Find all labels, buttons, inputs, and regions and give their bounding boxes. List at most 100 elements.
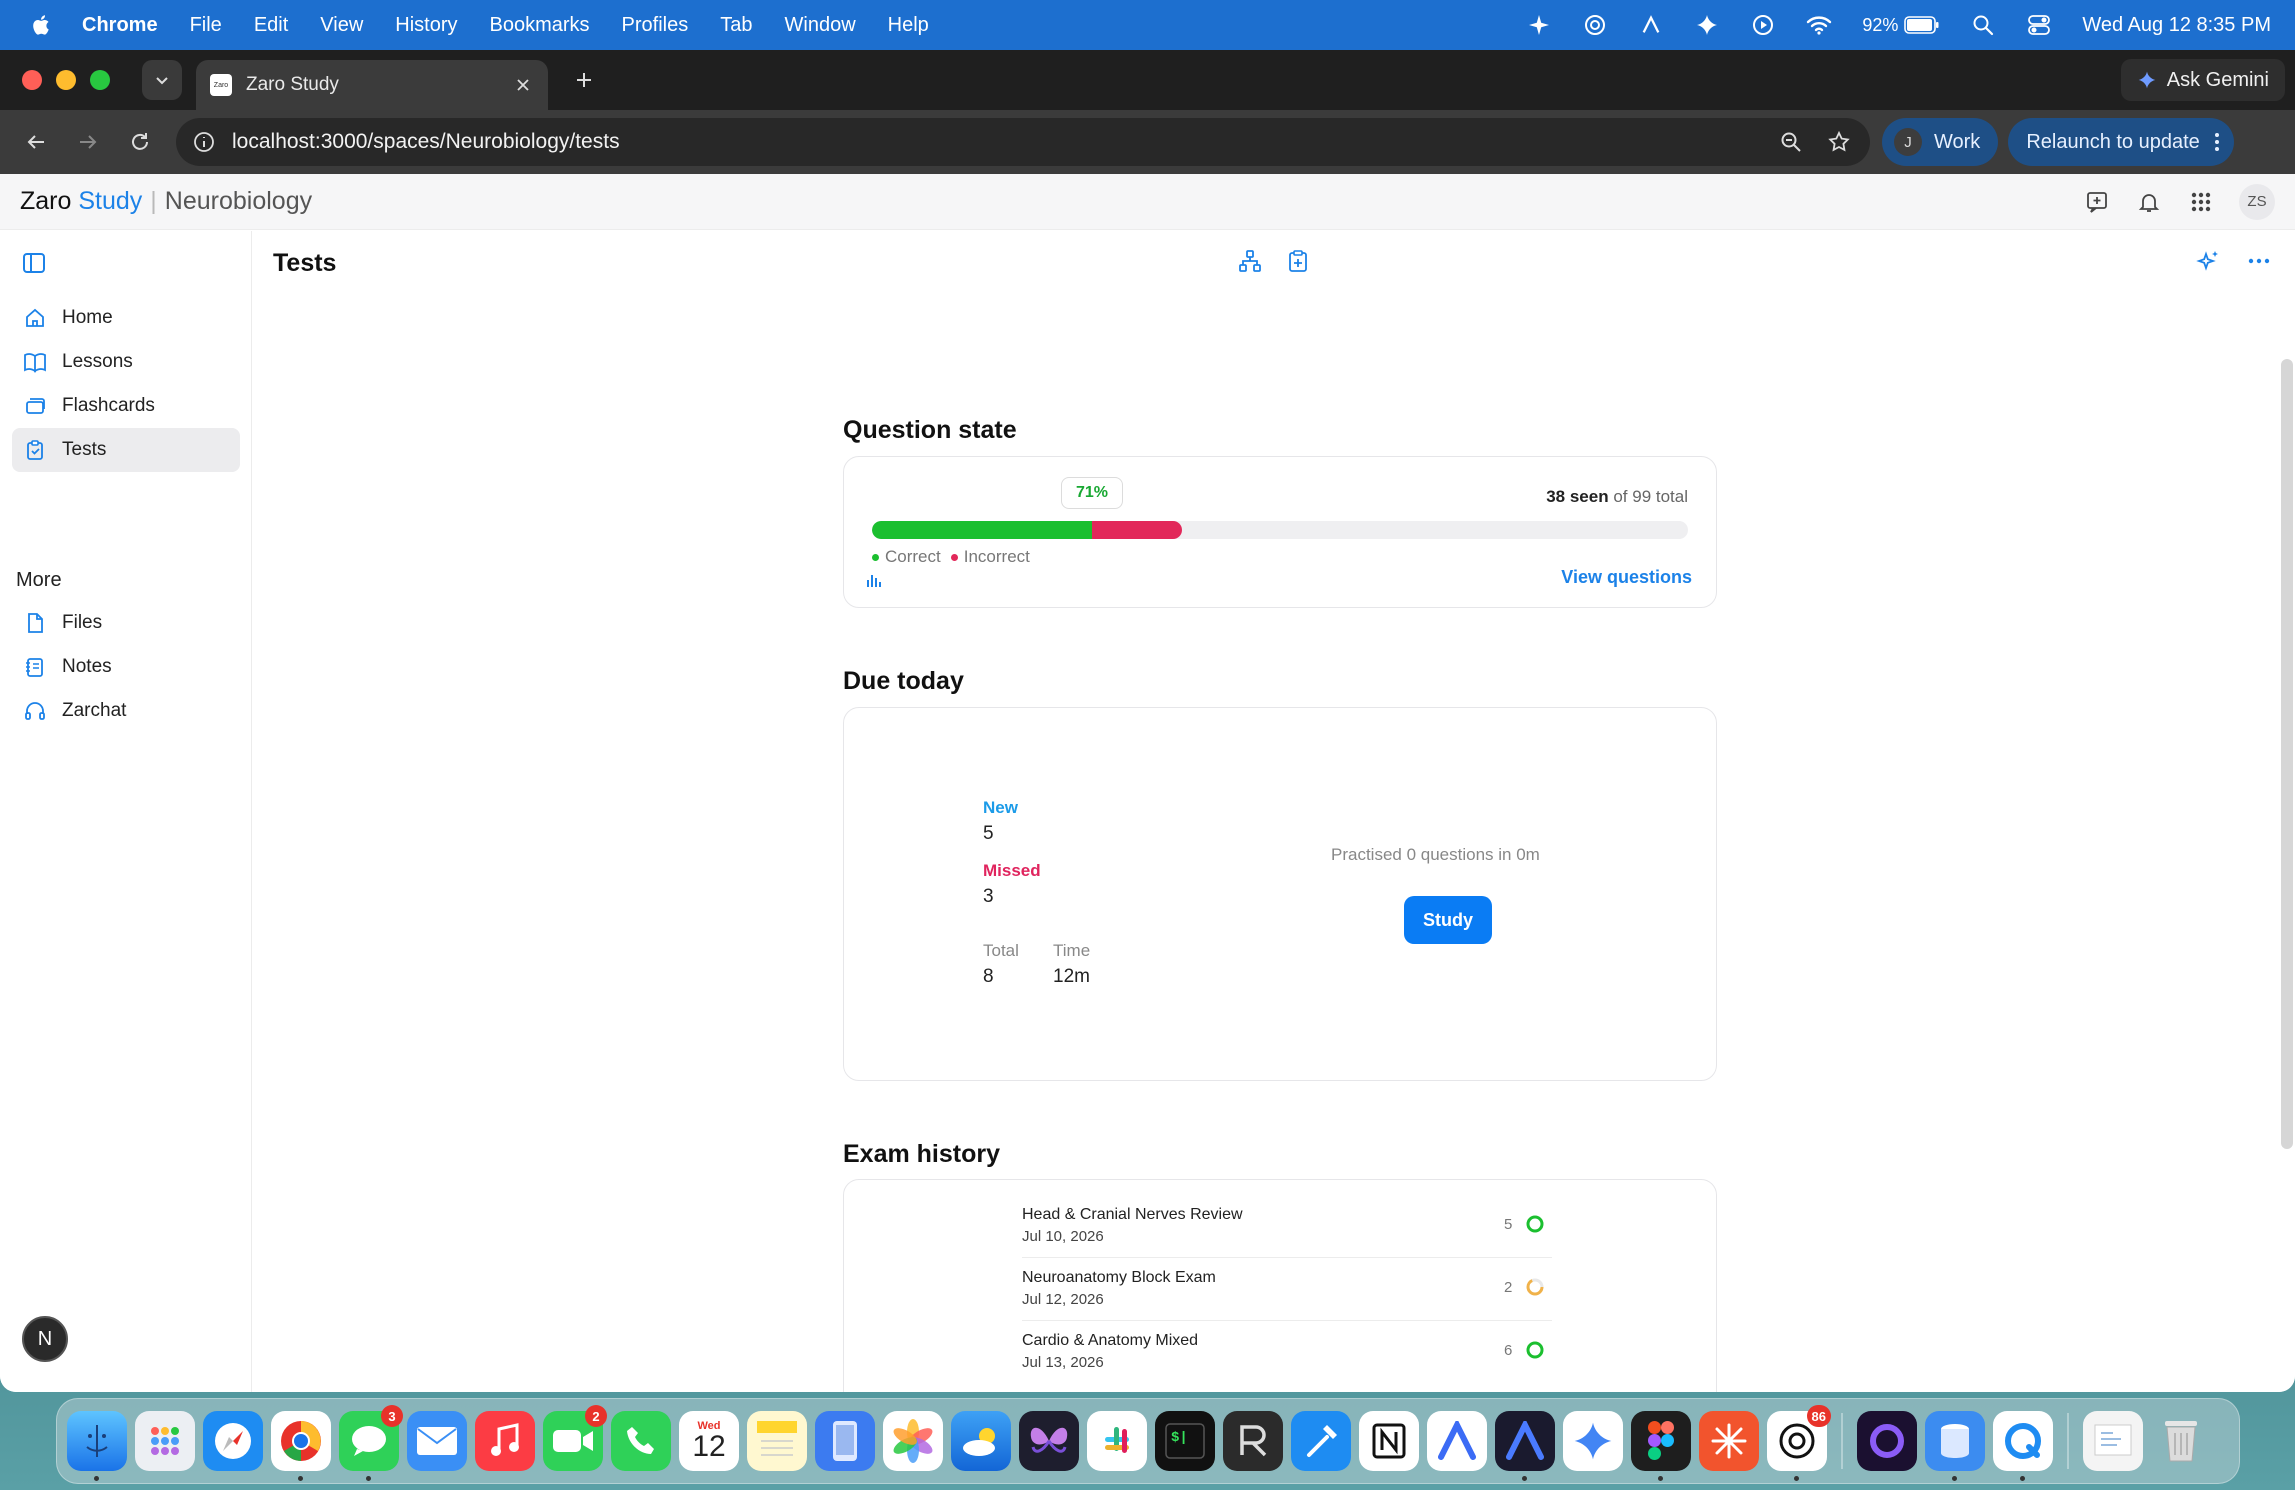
sidebar-item-flashcards[interactable]: Flashcards	[12, 384, 240, 428]
add-test-icon[interactable]	[1284, 247, 1312, 275]
dock-terminal[interactable]: $|	[1155, 1411, 1215, 1471]
ai-sparkle-icon[interactable]	[2195, 247, 2223, 275]
menu-edit[interactable]: Edit	[254, 14, 288, 37]
dock-quicktime[interactable]	[1993, 1411, 2053, 1481]
close-tab-icon[interactable]	[512, 74, 534, 96]
dock-arc[interactable]	[1427, 1411, 1487, 1471]
gemini-status-icon[interactable]	[1694, 12, 1720, 38]
sidebar-item-lessons[interactable]: Lessons	[12, 340, 240, 384]
apps-grid-icon[interactable]	[2187, 188, 2215, 216]
apple-icon[interactable]	[30, 13, 54, 37]
dock-arc-dark[interactable]	[1495, 1411, 1555, 1481]
dock-recent-document[interactable]	[2083, 1411, 2143, 1471]
dock-weather[interactable]	[951, 1411, 1011, 1471]
menu-bookmarks[interactable]: Bookmarks	[490, 14, 590, 37]
study-button[interactable]: Study	[1404, 896, 1492, 944]
relaunch-button[interactable]: Relaunch to update	[2008, 118, 2234, 166]
menu-view[interactable]: View	[320, 14, 363, 37]
dock-notion[interactable]	[1359, 1411, 1419, 1471]
dock-music[interactable]	[475, 1411, 535, 1471]
dock-chrome[interactable]	[271, 1411, 331, 1481]
profile-button[interactable]: J Work	[1882, 118, 1999, 166]
wifi-icon[interactable]	[1806, 12, 1832, 38]
back-button[interactable]	[18, 124, 54, 160]
address-bar[interactable]: localhost:3000/spaces/Neurobiology/tests	[176, 118, 1870, 166]
forward-button[interactable]	[70, 124, 106, 160]
menu-clock[interactable]: Wed Aug 12 8:35 PM	[2082, 14, 2271, 37]
zoom-window-button[interactable]	[90, 70, 110, 90]
menu-help[interactable]: Help	[888, 14, 929, 37]
bell-icon[interactable]	[2135, 188, 2163, 216]
sidebar-toggle-icon[interactable]	[20, 249, 48, 277]
sidebar-item-home[interactable]: Home	[12, 296, 240, 340]
sidebar-item-zarchat[interactable]: Zarchat	[12, 689, 240, 733]
dock-gemini[interactable]	[1563, 1411, 1623, 1471]
dock-safari[interactable]	[203, 1411, 263, 1471]
ask-gemini-button[interactable]: Ask Gemini	[2120, 59, 2285, 101]
menu-profiles[interactable]: Profiles	[622, 14, 689, 37]
dock-calendar[interactable]: Wed 12	[679, 1411, 739, 1471]
address-url[interactable]: localhost:3000/spaces/Neurobiology/tests	[232, 130, 1758, 154]
dock-simulator[interactable]	[815, 1411, 875, 1471]
dock-xcode[interactable]	[1291, 1411, 1351, 1471]
menu-tab[interactable]: Tab	[720, 14, 752, 37]
brand[interactable]: Zaro Study | Neurobiology	[20, 187, 312, 216]
dock-finder[interactable]	[67, 1411, 127, 1481]
arc-a-icon	[1438, 1421, 1476, 1460]
dock-obsidian[interactable]	[1019, 1411, 1079, 1471]
browser-tab-zaro-study[interactable]: Zaro Zaro Study	[196, 60, 548, 110]
dock-figma[interactable]	[1631, 1411, 1691, 1481]
dock-messages[interactable]: 3	[339, 1405, 403, 1481]
menu-history[interactable]: History	[395, 14, 457, 37]
battery-status[interactable]: 92%	[1862, 15, 1940, 36]
exam-row[interactable]: Neuroanatomy Block Exam Jul 12, 2026 2	[1022, 1259, 1552, 1321]
dock-facetime[interactable]: 2	[543, 1405, 607, 1471]
user-avatar[interactable]: ZS	[2239, 183, 2275, 220]
video-camera-icon	[553, 1430, 593, 1452]
sparkle-status-icon[interactable]	[1526, 12, 1552, 38]
nextjs-badge[interactable]: N	[22, 1316, 68, 1362]
bookmark-star-icon[interactable]	[1824, 127, 1854, 157]
zoom-icon[interactable]	[1776, 127, 1806, 157]
sidebar-item-files[interactable]: Files	[12, 601, 240, 645]
sidebar-item-label: Zarchat	[62, 700, 127, 721]
minimize-window-button[interactable]	[56, 70, 76, 90]
dock-trash[interactable]	[2151, 1411, 2211, 1471]
spotlight-search-icon[interactable]	[1970, 12, 1996, 38]
play-status-icon[interactable]	[1750, 12, 1776, 38]
arc-status-icon[interactable]	[1638, 12, 1664, 38]
dock-storage[interactable]	[1925, 1411, 1985, 1481]
page-right-toolbar	[2195, 247, 2273, 275]
tab-favicon: Zaro	[210, 74, 232, 96]
menu-app-name[interactable]: Chrome	[82, 14, 158, 37]
dock-phone[interactable]	[611, 1411, 671, 1471]
dock-chatgpt[interactable]: 86	[1767, 1405, 1831, 1481]
page-scrollbar[interactable]	[2281, 359, 2293, 1149]
dock-mail[interactable]	[407, 1411, 467, 1471]
feedback-icon[interactable]	[2083, 188, 2111, 216]
dock-photos[interactable]	[883, 1411, 943, 1471]
dock-raycast[interactable]	[1223, 1411, 1283, 1471]
dock-notes[interactable]	[747, 1411, 807, 1471]
close-window-button[interactable]	[22, 70, 42, 90]
control-center-icon[interactable]	[2026, 12, 2052, 38]
dock-orbit[interactable]	[1857, 1411, 1917, 1471]
new-tab-button[interactable]	[568, 64, 600, 96]
dock-launchpad[interactable]	[135, 1411, 195, 1471]
hierarchy-icon[interactable]	[1236, 247, 1264, 275]
dock-slack[interactable]	[1087, 1411, 1147, 1471]
exam-row[interactable]: Head & Cranial Nerves Review Jul 10, 202…	[1022, 1196, 1552, 1258]
exam-row[interactable]: Cardio & Anatomy Mixed Jul 13, 2026 6	[1022, 1322, 1552, 1384]
openai-status-icon[interactable]	[1582, 12, 1608, 38]
view-questions-link[interactable]: View questions	[1561, 567, 1692, 588]
tab-search-button[interactable]	[142, 60, 182, 100]
site-info-icon[interactable]	[192, 130, 216, 154]
menu-file[interactable]: File	[190, 14, 222, 37]
bar-chart-icon[interactable]	[864, 569, 884, 589]
reload-button[interactable]	[122, 124, 158, 160]
more-options-icon[interactable]	[2245, 247, 2273, 275]
menu-window[interactable]: Window	[785, 14, 856, 37]
sidebar-item-notes[interactable]: Notes	[12, 645, 240, 689]
sidebar-item-tests[interactable]: Tests	[12, 428, 240, 472]
dock-claude[interactable]	[1699, 1411, 1759, 1471]
